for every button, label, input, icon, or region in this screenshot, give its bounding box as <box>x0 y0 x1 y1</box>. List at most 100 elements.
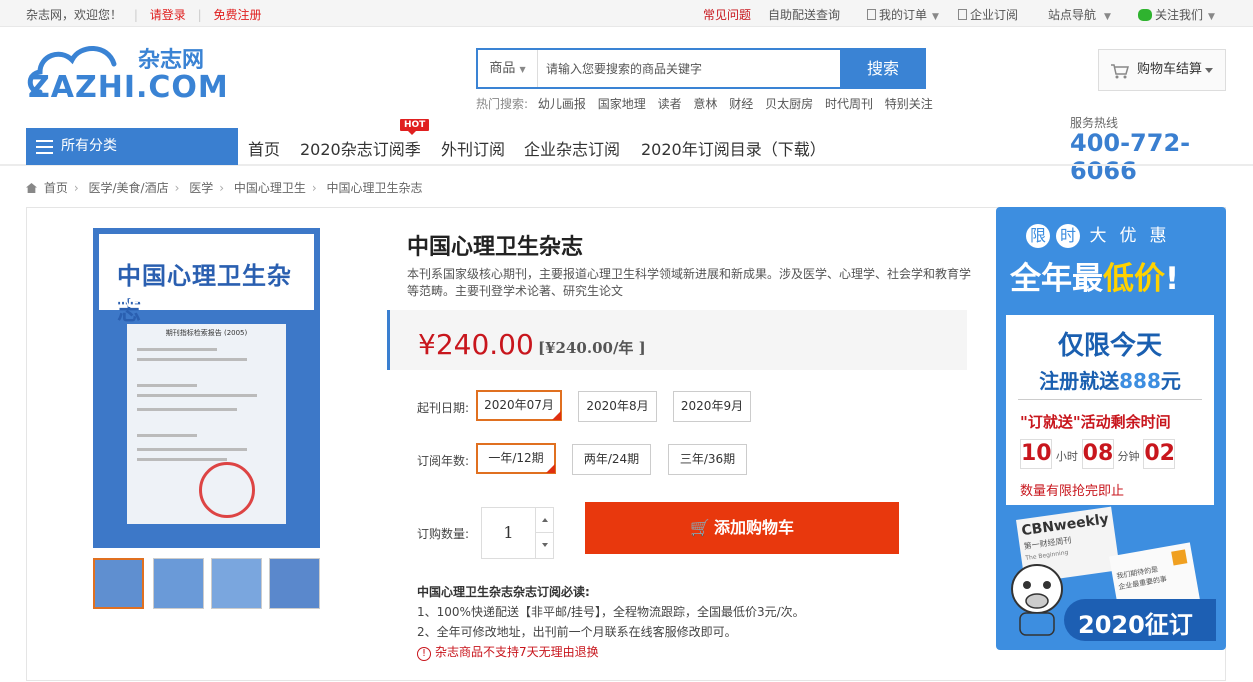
cover-text-line <box>137 358 247 361</box>
breadcrumb-item[interactable]: 医学/美食/酒店 <box>88 181 168 195</box>
promo-banner[interactable]: 限时大优惠 全年最低价! 仅限今天 注册就送888元 "订就送"活动剩余时间 1… <box>996 207 1226 650</box>
product-cover-image[interactable]: 中国心理卫生杂志 CHINESE MENTAL HEALTH JOURNAL 期… <box>93 228 320 548</box>
hot-word[interactable]: 读者 <box>658 97 682 111</box>
countdown-timer: 10 小时 08 分钟 02 <box>1020 439 1176 469</box>
chevron-down-icon: ▼ <box>519 65 526 74</box>
register-offer-c: 元 <box>1160 369 1181 393</box>
cover-text-line <box>137 384 197 387</box>
today-only: 仅限今天 <box>1057 331 1162 361</box>
breadcrumb-item[interactable]: 首页 <box>44 181 68 195</box>
register-offer-amount: 888 <box>1119 369 1161 393</box>
breadcrumb-item[interactable]: 医学 <box>189 181 213 195</box>
start-option[interactable]: 2020年8月 <box>578 391 657 422</box>
welcome-area: 杂志网，欢迎您！ | 请登录 | 免费注册 <box>26 6 261 23</box>
start-option[interactable]: 2020年9月 <box>673 391 751 422</box>
term-option[interactable]: 一年/12期 <box>476 443 556 474</box>
cover-title-en: CHINESE MENTAL HEALTH JOURNAL <box>102 298 311 310</box>
hot-word[interactable]: 时代周刊 <box>825 97 873 111</box>
notes-title: 中国心理卫生杂志杂志订阅必读: <box>417 585 590 599</box>
welcome-text: 杂志网，欢迎您！ <box>26 8 123 22</box>
quantity-increase-button[interactable] <box>535 508 554 533</box>
order-notes: 中国心理卫生杂志杂志订阅必读: 1、100%快递配送【非平邮/挂号】，全程物流跟… <box>417 582 805 662</box>
login-link[interactable]: 请登录 <box>150 8 186 22</box>
nav-enterprise[interactable]: 企业杂志订阅 <box>524 136 620 160</box>
hot-search: 热门搜索: 幼儿画报 国家地理 读者 意林 财经 贝太厨房 时代周刊 特别关注 <box>476 95 941 112</box>
headline-part: ! <box>1165 261 1180 297</box>
chevron-down-icon: ▼ <box>1208 12 1215 22</box>
cover-subtitle: 期刊指标检索报告 (2005) <box>165 329 248 337</box>
cart-icon <box>1111 64 1129 79</box>
search-input[interactable] <box>546 58 836 79</box>
delivery-query-link[interactable]: 自助配送查询 <box>768 6 840 23</box>
hot-word[interactable]: 贝太厨房 <box>765 97 813 111</box>
cover-title-cn: 中国心理卫生杂志 <box>117 262 292 325</box>
all-categories-button[interactable]: 所有分类 <box>26 128 238 165</box>
hours-unit: 小时 <box>1055 450 1078 463</box>
add-to-cart-label: 添加购物车 <box>713 518 794 537</box>
product-description: 本刊系国家级核心期刊，主要报道心理卫生科学领域新进展和新成果。涉及医学、心理学、… <box>407 267 972 298</box>
term-label: 订阅年数: <box>417 454 470 468</box>
hot-word[interactable]: 幼儿画报 <box>538 97 586 111</box>
quantity-input[interactable]: 1 <box>482 508 535 558</box>
site-logo[interactable]: 杂志网 ZAZHI.COM <box>26 40 228 108</box>
banner-char: 优 <box>1119 226 1137 246</box>
product-title: 中国心理卫生杂志 <box>407 235 584 260</box>
subscribe-2020-button[interactable]: 2020征订 <box>1064 599 1216 641</box>
cover-text-line <box>137 448 247 451</box>
hot-word[interactable]: 财经 <box>729 97 753 111</box>
term-option[interactable]: 两年/24期 <box>572 444 651 475</box>
cover-text-line <box>137 408 237 411</box>
quantity-stepper: 1 <box>481 507 554 559</box>
enterprise-link[interactable]: 企业订阅 <box>958 6 1018 23</box>
breadcrumb-item[interactable]: 中国心理卫生 <box>234 181 306 195</box>
banner-char: 惠 <box>1149 226 1167 246</box>
hot-search-label: 热门搜索: <box>476 97 529 111</box>
my-orders-label: 我的订单 <box>879 8 928 22</box>
hot-word[interactable]: 特别关注 <box>885 97 933 111</box>
follow-us-label: 关注我们 <box>1155 8 1204 22</box>
divider: | <box>197 8 202 22</box>
cart-button[interactable]: 购物车结算 <box>1098 49 1226 91</box>
enterprise-label: 企业订阅 <box>970 8 1019 22</box>
register-link[interactable]: 免费注册 <box>213 8 261 22</box>
hot-word[interactable]: 国家地理 <box>598 97 646 111</box>
start-option[interactable]: 2020年07月 <box>476 390 562 421</box>
price: ¥240.00 <box>418 328 534 361</box>
note-line: 2、全年可修改地址，出刊前一个月联系在线客服修改即可。 <box>417 625 737 639</box>
nav-home[interactable]: 首页 <box>248 136 280 160</box>
cart-icon: 🛒 <box>690 518 710 537</box>
divider: | <box>133 8 138 22</box>
hot-word[interactable]: 意林 <box>693 97 717 111</box>
chevron-down-icon: ▼ <box>932 12 939 22</box>
price-per-year: [¥240.00/年 ] <box>538 339 646 357</box>
thumbnail[interactable] <box>93 558 144 609</box>
add-to-cart-button[interactable]: 🛒 添加购物车 <box>585 502 899 554</box>
breadcrumb: 首页 › 医学/美食/酒店 › 医学 › 中国心理卫生 › 中国心理卫生杂志 <box>26 179 423 196</box>
thumbnail[interactable] <box>211 558 262 609</box>
term-option[interactable]: 三年/36期 <box>668 444 747 475</box>
countdown-label: "订就送"活动剩余时间 <box>1020 413 1171 431</box>
search-category-select[interactable]: 商品 ▼ <box>478 50 538 87</box>
countdown-hours: 10 <box>1020 439 1052 469</box>
follow-us-link[interactable]: 关注我们 ▼ <box>1138 6 1215 23</box>
quantity-decrease-button[interactable] <box>535 533 554 558</box>
register-offer: 注册就送888元 <box>1006 365 1214 394</box>
nav-catalog-download[interactable]: 2020年订阅目录（下载） <box>641 136 826 160</box>
thumbnail[interactable] <box>153 558 204 609</box>
logo-en: ZAZHI.COM <box>28 70 229 105</box>
search-button[interactable]: 搜索 <box>840 48 926 89</box>
my-orders-link[interactable]: 我的订单 ▼ <box>867 6 939 23</box>
price-bar: ¥240.00 [¥240.00/年 ] <box>387 310 967 370</box>
site-nav-link[interactable]: 站点导航 ▼ <box>1048 6 1111 23</box>
nav-foreign-magazines[interactable]: 外刊订阅 <box>441 136 505 160</box>
headline-highlight: 低价 <box>1103 261 1165 297</box>
faq-link[interactable]: 常见问题 <box>703 6 751 23</box>
thumbnail[interactable] <box>269 558 320 609</box>
all-categories-label: 所有分类 <box>61 138 117 154</box>
minutes-unit: 分钟 <box>1117 450 1140 463</box>
nav-2020-season[interactable]: 2020杂志订阅季 <box>300 136 421 160</box>
cover-text-line <box>137 394 257 397</box>
logo-square-icon <box>1171 549 1188 566</box>
cow-mascot-icon <box>1006 555 1068 637</box>
quantity-label: 订购数量: <box>417 527 470 541</box>
